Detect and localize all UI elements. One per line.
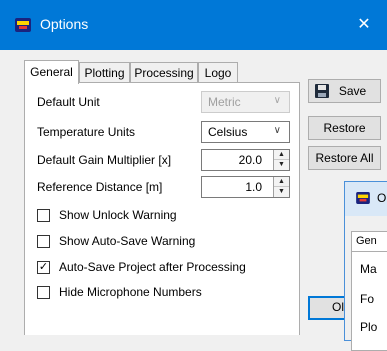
spin-down-icon[interactable]: ▼ xyxy=(274,187,289,197)
checkbox-box[interactable] xyxy=(37,286,50,299)
second-window-row: Ma xyxy=(360,262,377,276)
second-window-row: Plo xyxy=(360,320,378,334)
gain-multiplier-value: 20.0 xyxy=(238,153,262,167)
chevron-down-icon: ∨ xyxy=(273,95,281,106)
tab-plotting[interactable]: Plotting xyxy=(79,62,130,83)
default-unit-select[interactable]: Metric ∨ xyxy=(201,91,290,113)
checkbox-label: Hide Microphone Numbers xyxy=(59,285,202,299)
reference-distance-value: 1.0 xyxy=(245,180,262,194)
tab-label: Processing xyxy=(134,66,194,80)
checkbox-box[interactable]: ✓ xyxy=(37,261,50,274)
checkbox-label: Auto-Save Project after Processing xyxy=(59,260,246,274)
second-window-title: O xyxy=(377,191,387,205)
second-window-tab-general[interactable]: Gen xyxy=(351,231,387,252)
close-icon: ✕ xyxy=(357,16,371,33)
gain-multiplier-spinner[interactable]: 20.0 ▲ ▼ xyxy=(201,149,290,171)
temperature-units-select[interactable]: Celsius ∨ xyxy=(201,121,290,143)
spin-up-icon[interactable]: ▲ xyxy=(274,150,289,160)
checkbox-label: Show Auto-Save Warning xyxy=(59,234,196,248)
checkbox-box[interactable] xyxy=(37,235,50,248)
spin-down-icon[interactable]: ▼ xyxy=(274,160,289,170)
tab-label: General xyxy=(30,65,73,79)
second-window-panel: Ma Fo Plo xyxy=(351,251,387,351)
restore-button[interactable]: Restore xyxy=(308,116,381,140)
general-tab-panel: Default Unit Metric ∨ Temperature Units … xyxy=(24,82,300,335)
second-options-window[interactable]: O Gen Ma Fo Plo xyxy=(344,181,387,351)
gain-multiplier-label: Default Gain Multiplier [x] xyxy=(37,153,172,167)
checkbox-label: Show Unlock Warning xyxy=(59,208,177,222)
checkmark-icon: ✓ xyxy=(38,261,49,273)
tab-processing[interactable]: Processing xyxy=(130,62,198,83)
reference-distance-label: Reference Distance [m] xyxy=(37,180,163,194)
checkbox-box[interactable] xyxy=(37,209,50,222)
tab-label: Logo xyxy=(204,66,232,80)
chevron-down-icon: ∨ xyxy=(273,125,281,136)
app-logo-icon xyxy=(356,192,370,204)
spin-up-icon[interactable]: ▲ xyxy=(274,177,289,187)
temperature-units-label: Temperature Units xyxy=(37,125,136,139)
app-logo-icon xyxy=(15,18,31,32)
ok-button-label: Ol xyxy=(332,300,344,314)
second-window-row: Fo xyxy=(360,292,375,306)
close-button[interactable]: ✕ xyxy=(341,0,387,50)
tab-label: Gen xyxy=(356,235,377,247)
reference-distance-spinner[interactable]: 1.0 ▲ ▼ xyxy=(201,176,290,198)
ok-button[interactable]: Ol xyxy=(308,296,348,320)
temperature-units-value: Celsius xyxy=(208,125,248,139)
restore-button-label: Restore xyxy=(323,121,366,135)
title-bar: Options ✕ xyxy=(0,0,387,50)
floppy-disk-icon xyxy=(315,84,329,98)
tab-logo[interactable]: Logo xyxy=(198,62,238,83)
spinner-buttons: ▲ ▼ xyxy=(273,177,289,197)
tab-general[interactable]: General xyxy=(24,60,79,84)
restore-all-button[interactable]: Restore All xyxy=(308,146,381,170)
default-unit-label: Default Unit xyxy=(37,95,100,109)
spinner-buttons: ▲ ▼ xyxy=(273,150,289,170)
save-button[interactable]: Save xyxy=(308,79,381,103)
default-unit-value: Metric xyxy=(208,95,241,109)
second-window-title-bar: O xyxy=(345,182,387,216)
window-title: Options xyxy=(40,16,89,32)
restore-all-button-label: Restore All xyxy=(315,151,374,165)
save-button-label: Save xyxy=(338,84,367,98)
tab-label: Plotting xyxy=(84,66,125,80)
